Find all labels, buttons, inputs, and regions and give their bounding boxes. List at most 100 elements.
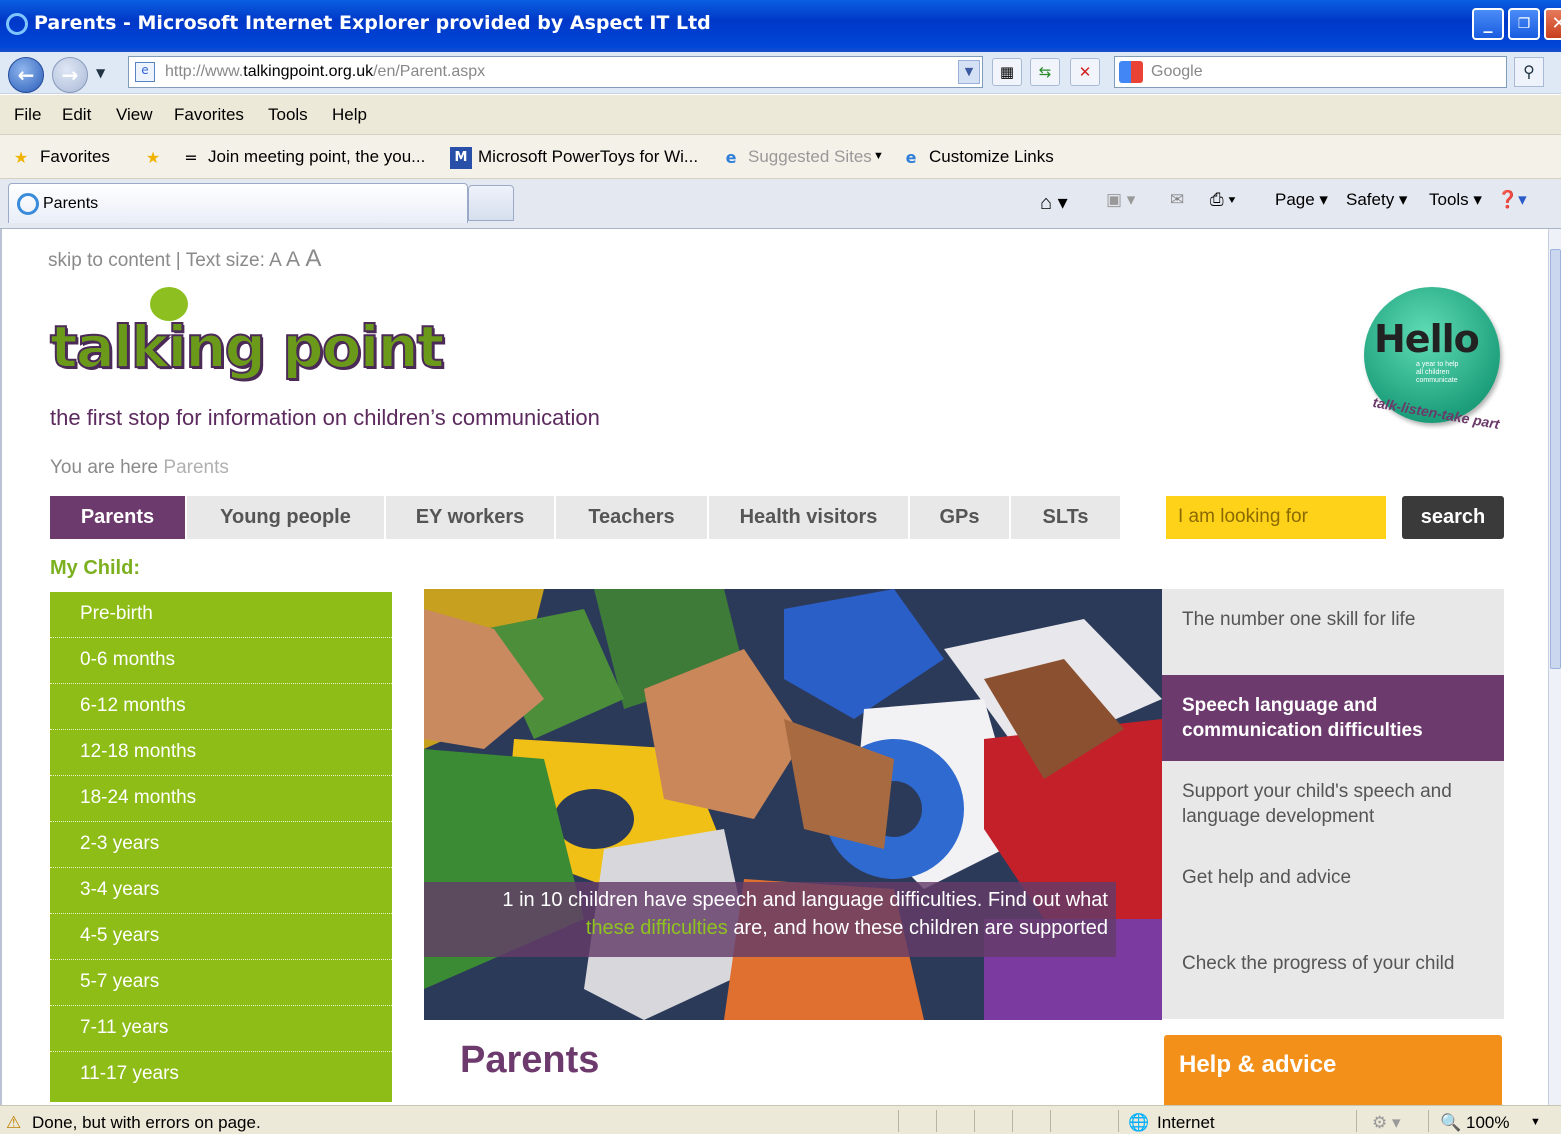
favorite-link-suggested-sites[interactable]: Suggested Sites xyxy=(748,147,872,167)
favorites-star-icon: ★ xyxy=(13,148,29,167)
restore-button[interactable]: ❐ xyxy=(1508,8,1540,40)
suggested-sites-dropdown-icon[interactable]: ▼ xyxy=(873,150,884,162)
status-message: Done, but with errors on page. xyxy=(32,1113,261,1132)
feature-item-check-progress[interactable]: Check the progress of your child xyxy=(1162,933,1504,1019)
globe-icon: 🌐 xyxy=(1128,1113,1150,1132)
my-child-heading: My Child: xyxy=(50,557,140,579)
favorite-link-customize[interactable]: Customize Links xyxy=(929,147,1054,167)
tab-ie-icon xyxy=(17,193,39,215)
add-favorite-icon[interactable]: ★ xyxy=(142,147,164,169)
close-button[interactable]: ✕ xyxy=(1544,8,1561,40)
nav-tab-gps[interactable]: GPs xyxy=(910,496,1009,539)
nav-tab-teachers[interactable]: Teachers xyxy=(556,496,707,539)
nav-tab-health-visitors[interactable]: Health visitors xyxy=(709,496,908,539)
favorites-button[interactable]: Favorites xyxy=(40,147,110,167)
ie-icon: e xyxy=(725,148,737,167)
search-input[interactable]: Google xyxy=(1114,56,1507,88)
zoom-level[interactable]: 100% xyxy=(1466,1113,1509,1133)
warning-icon[interactable]: ⚠ xyxy=(6,1113,21,1133)
favorites-bar: ★ Favorites ★ = Join meeting point, the … xyxy=(0,135,1561,179)
tools-menu[interactable]: Tools ▾ xyxy=(1429,190,1482,210)
age-menu-item-5-7-years[interactable]: 5-7 years xyxy=(80,960,159,1006)
stop-icon[interactable]: ✕ xyxy=(1070,58,1100,86)
nav-tab-slts[interactable]: SLTs xyxy=(1011,496,1120,539)
age-menu-item-3-4-years[interactable]: 3-4 years xyxy=(80,868,159,914)
menu-help[interactable]: Help xyxy=(332,105,367,125)
powertoys-icon: M xyxy=(450,147,472,169)
menu-view[interactable]: View xyxy=(116,105,153,125)
internet-explorer-icon xyxy=(6,13,28,35)
age-menu-item-0-6-months[interactable]: 0-6 months xyxy=(80,638,175,684)
new-tab-button[interactable] xyxy=(468,185,514,221)
read-mail-icon[interactable]: ✉ xyxy=(1170,190,1184,210)
age-menu-item-2-3-years[interactable]: 2-3 years xyxy=(80,822,159,868)
breadcrumb-current[interactable]: Parents xyxy=(163,457,228,478)
favorite-link-join-meeting[interactable]: Join meeting point, the you... xyxy=(208,147,425,167)
window-title: Parents - Microsoft Internet Explorer pr… xyxy=(34,12,711,34)
feeds-icon[interactable]: ▣ ▾ xyxy=(1106,190,1135,210)
address-url[interactable]: http://www.talkingpoint.org.uk/en/Parent… xyxy=(165,63,485,81)
nav-tab-young-people[interactable]: Young people xyxy=(187,496,384,539)
age-menu-item-11-17-years[interactable]: 11-17 years xyxy=(80,1052,179,1098)
page-icon: e xyxy=(135,62,155,82)
help-advice-box[interactable]: Help & advice xyxy=(1164,1035,1502,1105)
favorite-link-powertoys[interactable]: Microsoft PowerToys for Wi... xyxy=(478,147,698,167)
age-menu-item-4-5-years[interactable]: 4-5 years xyxy=(80,914,159,960)
site-logo[interactable]: talking point xyxy=(49,312,445,382)
compatibility-view-icon[interactable]: ▦ xyxy=(992,58,1022,86)
status-bar: ⚠ Done, but with errors on page. 🌐 Inter… xyxy=(0,1105,1561,1134)
history-dropdown-icon[interactable]: ▼ xyxy=(96,66,105,80)
safety-menu[interactable]: Safety ▾ xyxy=(1346,190,1407,210)
age-menu: Pre-birth 0-6 months 6-12 months 12-18 m… xyxy=(50,592,392,1102)
hero-caption: 1 in 10 children have speech and languag… xyxy=(424,882,1116,957)
utility-links: skip to content | Text size: A A A xyxy=(48,245,322,272)
feature-item-help-advice[interactable]: Get help and advice xyxy=(1162,847,1504,933)
print-icon[interactable]: ⎙ ▾ xyxy=(1210,190,1235,210)
feature-item-support-development[interactable]: Support your child's speech and language… xyxy=(1162,761,1504,847)
forward-button[interactable]: → xyxy=(52,57,88,93)
text-size-large[interactable]: A xyxy=(305,245,321,272)
skip-to-content-link[interactable]: skip to content xyxy=(48,250,171,271)
hero-caption-link[interactable]: these difficulties xyxy=(586,917,728,939)
feature-item-slcd[interactable]: Speech language and communication diffic… xyxy=(1162,675,1504,761)
refresh-icon[interactable]: ⇆ xyxy=(1030,58,1060,86)
age-menu-item-6-12-months[interactable]: 6-12 months xyxy=(80,684,186,730)
breadcrumb: You are here Parents xyxy=(50,457,229,478)
help-icon[interactable]: ❓▾ xyxy=(1497,190,1527,210)
age-menu-item-18-24-months[interactable]: 18-24 months xyxy=(80,776,196,822)
text-size-label: Text size: xyxy=(185,250,265,271)
site-search-input[interactable]: I am looking for xyxy=(1166,496,1386,539)
window-title-bar[interactable]: Parents - Microsoft Internet Explorer pr… xyxy=(0,0,1561,52)
minimize-button[interactable]: _ xyxy=(1472,8,1504,40)
age-menu-item-12-18-months[interactable]: 12-18 months xyxy=(80,730,196,776)
address-bar[interactable]: e http://www.talkingpoint.org.uk/en/Pare… xyxy=(128,56,983,88)
search-icon[interactable]: ⚲ xyxy=(1514,57,1544,87)
feature-item-number-one-skill[interactable]: The number one skill for life xyxy=(1162,589,1504,675)
hello-badge[interactable]: Hello a year to help all children commun… xyxy=(1364,287,1501,432)
vertical-scrollbar[interactable] xyxy=(1548,229,1561,1105)
site-search-button[interactable]: search xyxy=(1402,496,1504,539)
menu-favorites[interactable]: Favorites xyxy=(174,105,244,125)
page-title: Parents xyxy=(460,1039,600,1081)
text-size-small[interactable]: A xyxy=(269,250,281,271)
page-menu[interactable]: Page ▾ xyxy=(1275,190,1328,210)
text-size-medium[interactable]: A xyxy=(286,248,300,271)
menu-tools[interactable]: Tools xyxy=(268,105,308,125)
home-icon[interactable]: ⌂ ▾ xyxy=(1040,190,1068,215)
back-button[interactable]: ← xyxy=(8,57,44,93)
zoom-icon[interactable]: 🔍 xyxy=(1440,1113,1461,1133)
zoom-dropdown-icon[interactable]: ▼ xyxy=(1530,1116,1541,1128)
address-dropdown-icon[interactable]: ▼ xyxy=(958,60,980,84)
menu-bar: File Edit View Favorites Tools Help xyxy=(0,95,1561,135)
age-menu-item-pre-birth[interactable]: Pre-birth xyxy=(80,592,153,638)
site-tagline: the first stop for information on childr… xyxy=(50,405,600,430)
security-zone: Internet xyxy=(1157,1113,1215,1132)
menu-edit[interactable]: Edit xyxy=(62,105,91,125)
age-menu-item-7-11-years[interactable]: 7-11 years xyxy=(80,1006,168,1052)
protected-mode-icon[interactable]: ⚙ ▾ xyxy=(1372,1113,1401,1133)
nav-tab-parents[interactable]: Parents xyxy=(50,496,185,539)
nav-tab-ey-workers[interactable]: EY workers xyxy=(386,496,554,539)
scrollbar-thumb[interactable] xyxy=(1550,249,1561,669)
menu-file[interactable]: File xyxy=(14,105,41,125)
tab-parents[interactable]: Parents xyxy=(8,183,468,223)
